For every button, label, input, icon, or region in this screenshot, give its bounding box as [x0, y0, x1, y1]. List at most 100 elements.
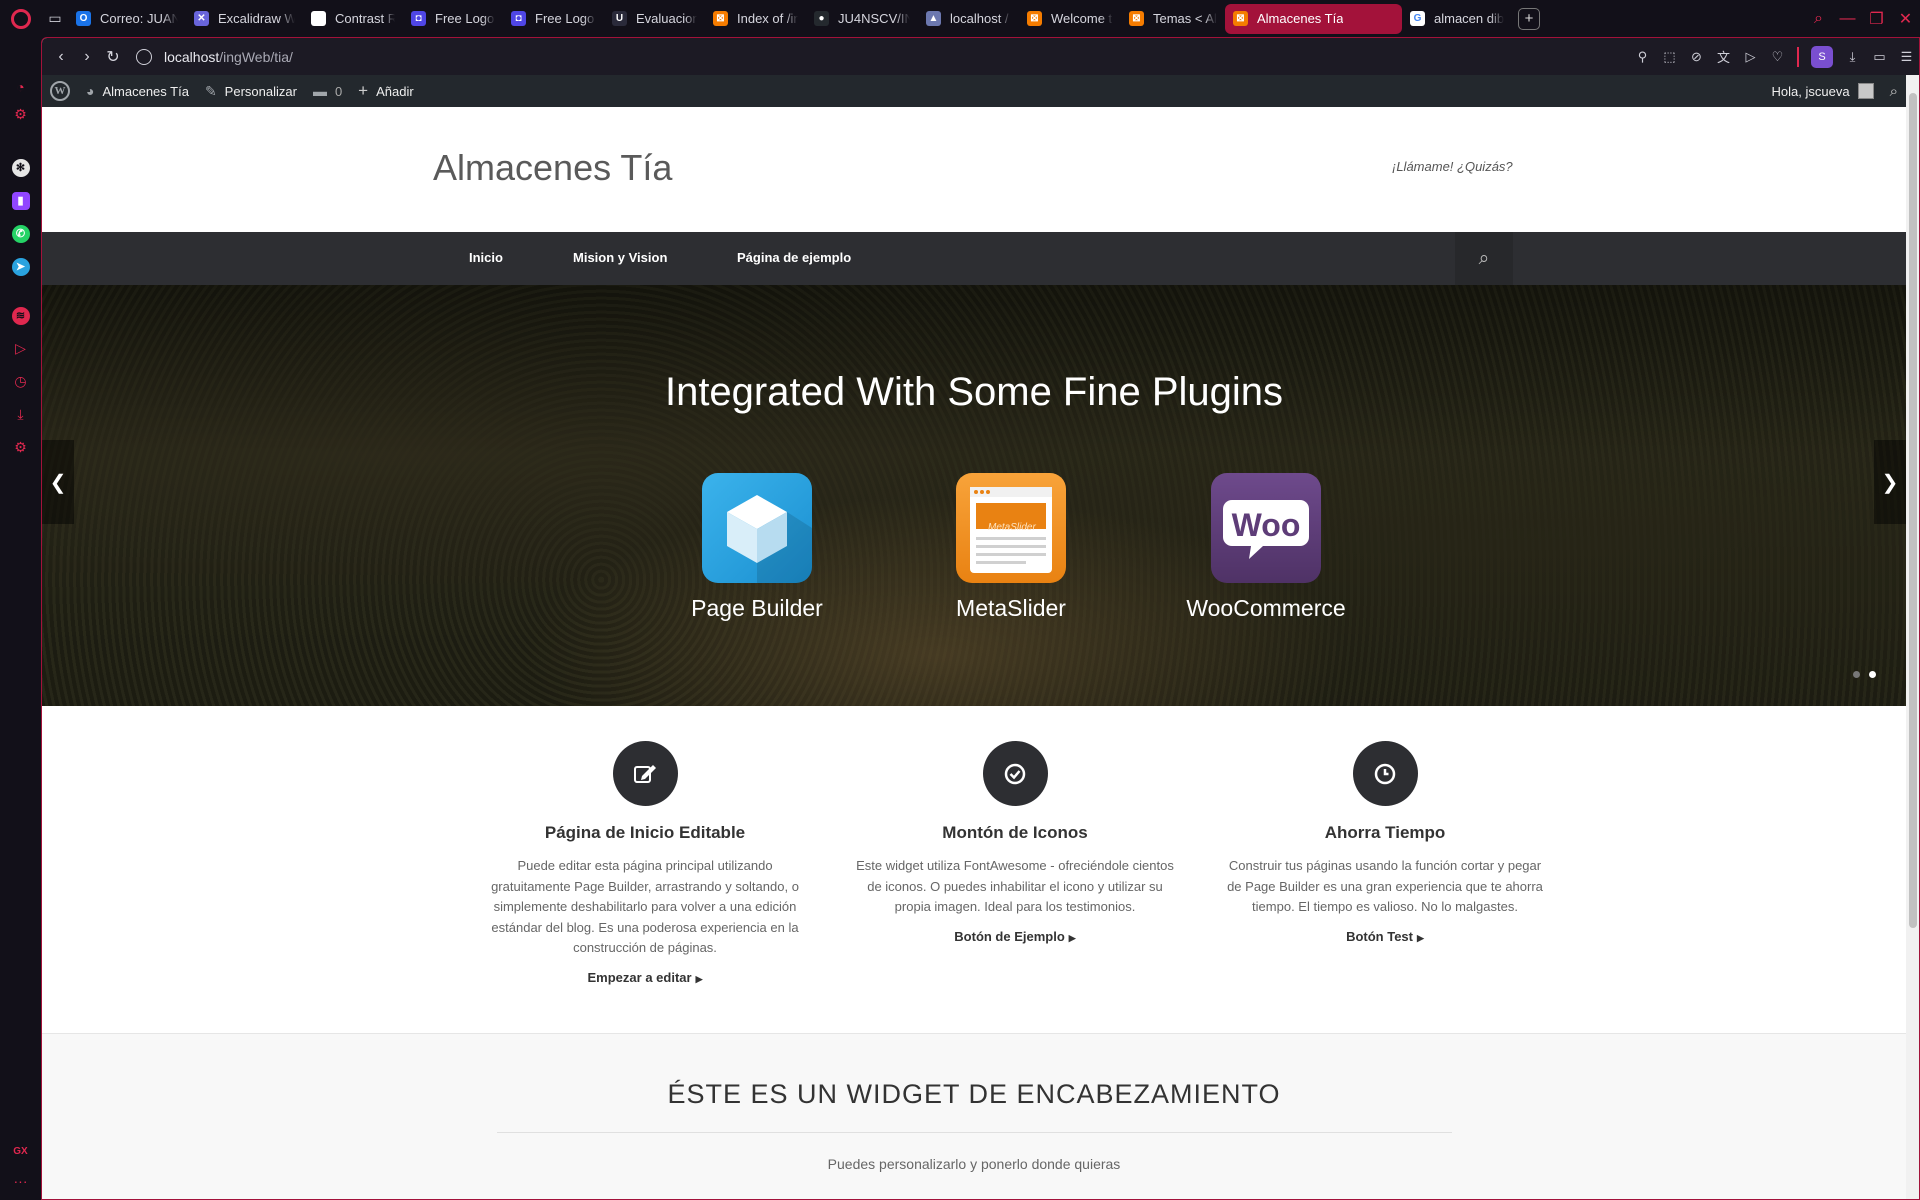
wp-search[interactable]: ⌕	[1882, 75, 1906, 107]
download-icon[interactable]: ⤓	[1839, 38, 1866, 75]
slider-prev-button[interactable]: ❮	[42, 440, 74, 524]
new-tab-button[interactable]: +	[1518, 7, 1540, 30]
wp-comments[interactable]: ▬ 0	[305, 75, 350, 107]
telegram-icon[interactable]: ➤	[10, 256, 31, 277]
site-tagline: ¡Llámame! ¿Quizás?	[1392, 159, 1513, 174]
restore-icon[interactable]: ❐	[1862, 0, 1891, 37]
tab-4[interactable]: ◘ Free Logo Ma	[403, 4, 503, 34]
tab-label: JU4NSCV/IN	[838, 11, 910, 26]
caret-right-icon: ▶	[1417, 932, 1424, 943]
snapshot-icon[interactable]: ⬚	[1656, 38, 1683, 75]
settings-icon[interactable]: ⚙	[10, 437, 31, 458]
toolbar-separator	[1797, 46, 1799, 67]
whatsapp-icon[interactable]: ✆	[10, 223, 31, 244]
comment-icon: ▬	[312, 83, 327, 99]
back-icon[interactable]: ‹	[48, 38, 74, 75]
wp-site-name[interactable]: ◕ Almacenes Tía	[78, 75, 197, 107]
adblock-icon[interactable]: ⊘	[1683, 38, 1710, 75]
tab-2[interactable]: ✕ Excalidraw W	[186, 4, 303, 34]
scrollbar-thumb[interactable]	[1909, 93, 1917, 928]
plugin-page-builder: Page Builder	[657, 473, 857, 622]
tab-5[interactable]: ◘ Free Logo Ma	[503, 4, 604, 34]
feature-link[interactable]: Botón Test ▶	[1225, 929, 1545, 944]
tab-bar: ▭ O Correo: JUAN ✕ Excalidraw W Contrast Rat…	[0, 0, 1920, 37]
tab-search-icon[interactable]: ⌕	[1804, 0, 1833, 37]
more-icon[interactable]: ···	[10, 1170, 31, 1191]
feature-link[interactable]: Botón de Ejemplo ▶	[855, 929, 1175, 944]
site-info-icon[interactable]	[136, 48, 152, 65]
slider-pagination	[1853, 671, 1876, 678]
menu-item-pagina-ejemplo[interactable]: Página de ejemplo	[737, 250, 851, 265]
wp-greeting: Hola, jscueva	[1771, 83, 1850, 99]
tab-13[interactable]: Galmacen dibuj	[1402, 4, 1512, 34]
workspaces-icon[interactable]: ▭	[42, 0, 68, 37]
easy-setup-icon[interactable]: ☰	[1893, 38, 1919, 75]
feature-title: Página de Inicio Editable	[544, 823, 746, 842]
pin-icon[interactable]: ⚲	[1629, 38, 1656, 75]
heading-widget-title: ÉSTE ES UN WIDGET DE ENCABEZAMIENTO	[667, 1079, 1281, 1109]
reload-icon[interactable]: ↻	[100, 38, 126, 75]
translate-icon[interactable]: 文	[1710, 38, 1737, 75]
downloads-icon[interactable]: ⤓	[10, 404, 31, 425]
metaslider-badge: MetaSlider	[988, 522, 1036, 533]
browser-window: ▭ O Correo: JUAN ✕ Excalidraw W Contrast Rat…	[0, 0, 1920, 1200]
feature-save-time: Ahorra Tiempo Construir tus páginas usan…	[1225, 706, 1545, 944]
wp-site-name-label: Almacenes Tía	[102, 83, 189, 99]
menu-item-mision-vision[interactable]: Mision y Vision	[573, 250, 667, 265]
page-scrollbar[interactable]	[1906, 75, 1919, 1199]
chatgpt-icon[interactable]: ✻	[10, 157, 31, 178]
tab-strip: O Correo: JUAN ✕ Excalidraw W Contrast Ratio…	[68, 0, 1512, 37]
feature-link[interactable]: Empezar a editar ▶	[485, 970, 805, 985]
tab-10[interactable]: ⊠ Welcome to X	[1019, 4, 1121, 34]
tab-3[interactable]: Contrast Ratio	[303, 4, 403, 34]
feature-text: Construir tus páginas usando la función …	[1227, 858, 1543, 914]
tab-7[interactable]: ⊠ Index of /ingW	[705, 4, 806, 34]
gx-corner-icon[interactable]: GX	[10, 1141, 31, 1162]
feature-text: Puede editar esta página principal utili…	[491, 858, 799, 955]
wp-customize[interactable]: ✎ Personalizar	[197, 75, 305, 107]
player-icon[interactable]: ▷	[10, 338, 31, 359]
speed-dial-icon[interactable]: ◔	[10, 76, 31, 97]
tab-1[interactable]: O Correo: JUAN	[68, 4, 186, 34]
slider-next-button[interactable]: ❯	[1874, 440, 1906, 524]
wp-my-account[interactable]: Hola, jscueva	[1764, 75, 1882, 107]
caret-right-icon: ▶	[695, 973, 703, 984]
bookmark-heart-icon[interactable]: ♡	[1764, 38, 1791, 75]
site-header: Almacenes Tía ¡Llámame! ¿Quizás?	[42, 107, 1906, 232]
url-field[interactable]: localhost/ingWeb/tia/	[136, 48, 293, 65]
tab-6[interactable]: U Evaluaciones	[604, 4, 705, 34]
heading-widget-subtitle: Puedes personalizarlo y ponerlo donde qu…	[827, 1156, 1121, 1172]
forward-icon[interactable]: ›	[74, 38, 100, 75]
tab-11[interactable]: ⊠ Temas < Alm	[1121, 4, 1225, 34]
menu-item-inicio[interactable]: Inicio	[469, 250, 503, 265]
tab-label: Almacenes Tía	[1257, 11, 1344, 26]
tab-12[interactable]: ⊠ Almacenes Tía	[1225, 3, 1402, 34]
history-icon[interactable]: ◷	[10, 371, 31, 392]
wp-new-content[interactable]: + Añadir	[350, 75, 422, 107]
tab-9[interactable]: ▲ localhost / 12	[918, 4, 1019, 34]
nav-search-button[interactable]: ⌕	[1455, 232, 1513, 285]
plugin-woocommerce: Woo WooCommerce	[1166, 473, 1366, 622]
cube-icon	[702, 473, 812, 583]
send-icon[interactable]: ▷	[1737, 38, 1764, 75]
opera-gx-logo-icon[interactable]	[0, 0, 42, 37]
spotify-icon[interactable]: ≋	[10, 305, 31, 326]
plugin-metaslider: MetaSlider MetaSlider	[911, 473, 1111, 622]
minimize-icon[interactable]: —	[1833, 0, 1862, 37]
profile-avatar[interactable]: S	[1811, 45, 1833, 68]
tab-8[interactable]: ● JU4NSCV/IN	[806, 4, 918, 34]
features-section: Página de Inicio Editable Puede editar e…	[42, 706, 1906, 1033]
tab-favicon-icon: O	[76, 11, 91, 26]
slide-dot-2[interactable]	[1869, 671, 1876, 678]
slide-dot-1[interactable]	[1853, 671, 1860, 678]
twitch-icon[interactable]: ▮	[10, 190, 31, 211]
close-icon[interactable]: ✕	[1891, 0, 1920, 37]
tab-favicon-icon: ▲	[926, 11, 941, 26]
chevron-left-icon: ❮	[49, 471, 67, 494]
battery-saver-icon[interactable]: ▭	[1866, 38, 1893, 75]
site-title[interactable]: Almacenes Tía	[433, 147, 672, 189]
address-bar-tools: ⚲ ⬚ ⊘ 文 ▷ ♡ S ⤓ ▭ ☰	[1629, 38, 1919, 75]
gx-control-icon[interactable]: ⚙	[10, 104, 31, 125]
wp-logo-menu[interactable]: W	[42, 75, 78, 107]
url-host: localhost	[164, 48, 220, 65]
